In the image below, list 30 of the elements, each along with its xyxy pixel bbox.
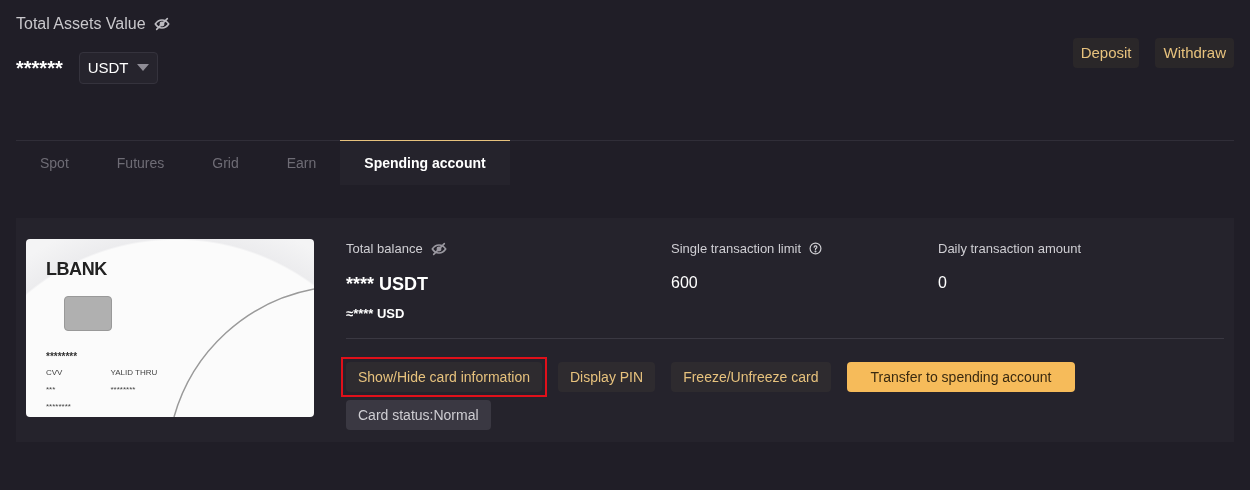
stat-value: 600 xyxy=(671,272,699,293)
caret-icon xyxy=(136,64,149,72)
eye-off-icon[interactable] xyxy=(430,240,447,257)
stat-value: **** USDT xyxy=(346,272,430,296)
stat-label: Total balance xyxy=(346,240,423,258)
card-action-button[interactable]: Transfer to spending account xyxy=(846,362,1076,392)
eye-off-icon[interactable] xyxy=(153,16,170,32)
cvv-label: CVV xyxy=(46,367,63,379)
cvv-value: *** xyxy=(46,384,57,396)
currency-dropdown[interactable]: USDT xyxy=(78,52,158,84)
valid-value: ******** xyxy=(110,384,137,396)
total-value: ****** xyxy=(16,56,63,81)
stat-label: Daily transaction amount xyxy=(938,240,1082,258)
stat-value: 0 xyxy=(938,272,948,293)
card-action-button[interactable]: Freeze/Unfreeze card xyxy=(671,362,831,392)
action-button[interactable]: Withdraw xyxy=(1155,38,1234,68)
section-title: Total Assets Value xyxy=(16,14,146,34)
stat-subvalue: ≈**** USD xyxy=(346,304,406,323)
card-holder: ******** xyxy=(46,401,72,413)
card-status: Card status:Normal xyxy=(346,400,491,430)
action-button[interactable]: Deposit xyxy=(1072,38,1140,68)
card-action-button[interactable]: Display PIN xyxy=(558,362,656,392)
card-action-button[interactable]: Show/Hide card information xyxy=(346,362,542,392)
help-icon[interactable] xyxy=(809,242,823,256)
card-brand: LBANK xyxy=(46,258,108,281)
account-tab[interactable]: Spending account xyxy=(340,140,510,185)
valid-label: YALID THRU xyxy=(110,367,158,379)
chip-icon xyxy=(64,296,112,331)
card-number: ******** xyxy=(46,350,79,364)
stat-label: Single transaction limit xyxy=(671,240,802,258)
